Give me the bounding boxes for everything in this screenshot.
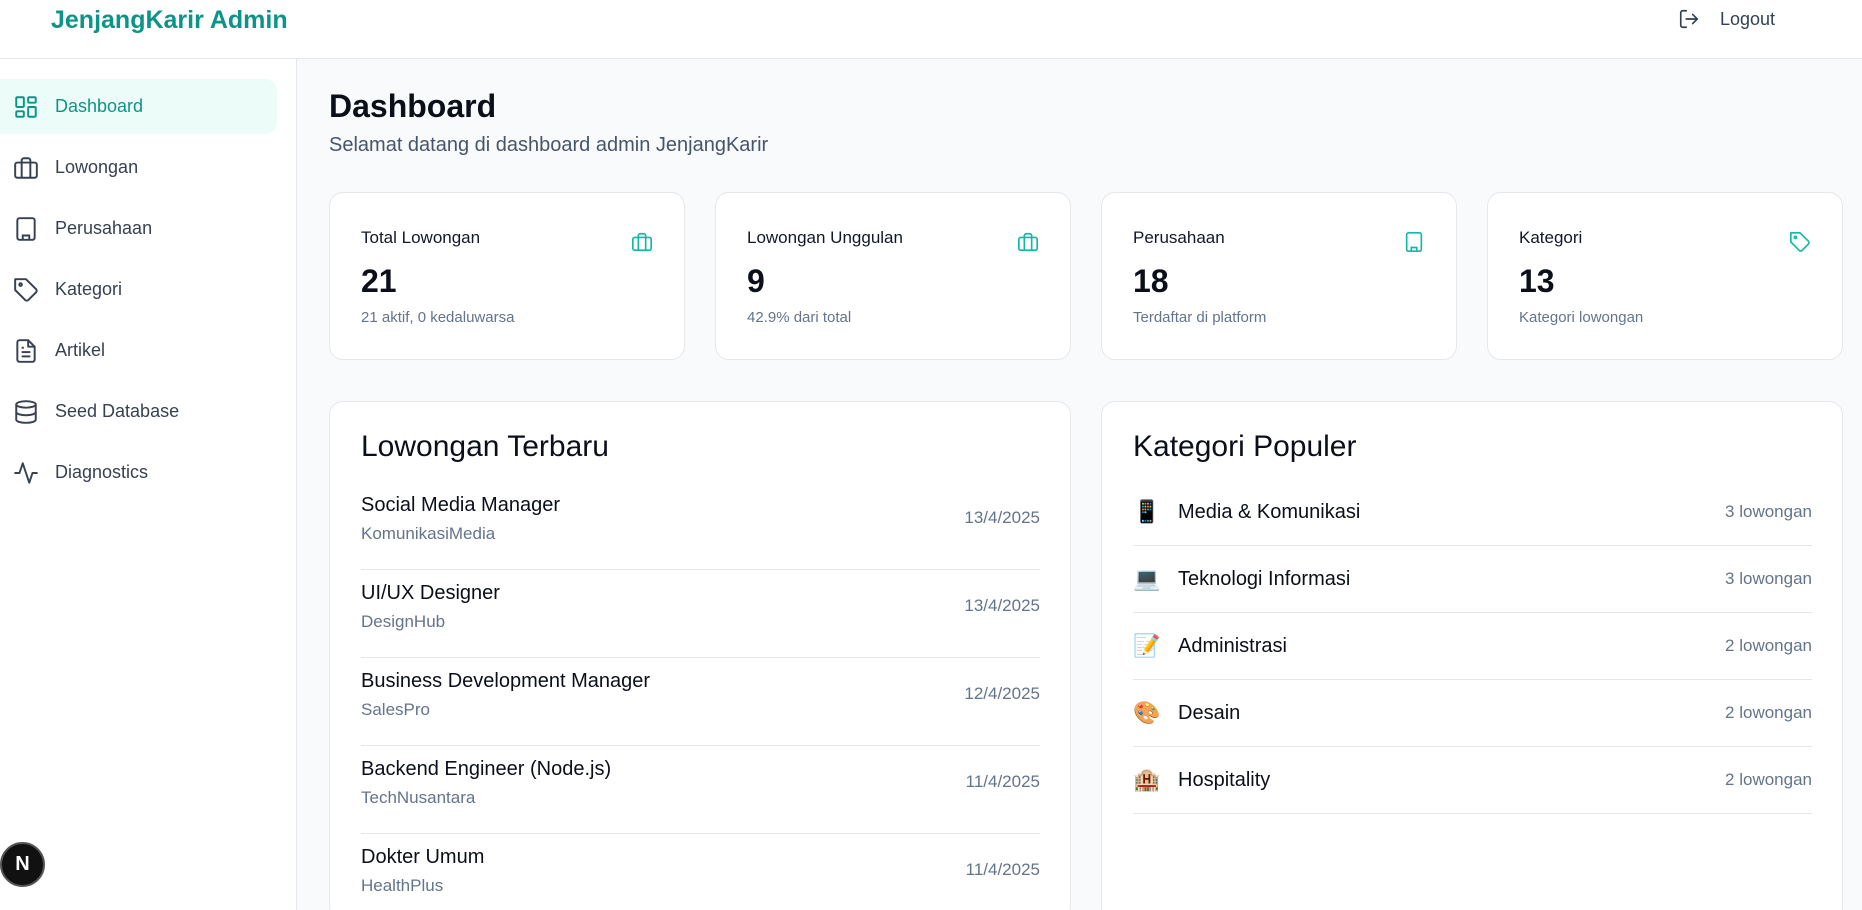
job-title: Backend Engineer (Node.js) [361,758,612,780]
stat-label: Total Lowongan [361,228,481,247]
job-company: KomunikasiMedia [361,524,496,543]
job-list-item[interactable]: UI/UX Designer DesignHub 13/4/2025 [361,570,1040,658]
category-name: Administrasi [1178,634,1287,657]
briefcase-icon [1018,232,1038,252]
category-name: Hospitality [1178,768,1271,791]
category-name: Media & Komunikasi [1178,500,1361,523]
job-list-item[interactable]: Backend Engineer (Node.js) TechNusantara… [361,746,1040,834]
laptop-icon: 💻 [1133,566,1161,591]
stat-value: 9 [747,263,765,299]
category-list-item[interactable]: 📝 Administrasi 2 lowongan [1133,613,1812,680]
job-date: 11/4/2025 [965,860,1040,879]
mobile-phone-icon: 📱 [1133,499,1161,524]
popular-categories-panel: Kategori Populer 📱 Media & Komunikasi 3 … [1101,401,1843,910]
page-title: Dashboard [329,88,497,124]
job-company: HealthPlus [361,876,444,895]
job-date: 13/4/2025 [964,508,1040,527]
stat-value: 13 [1519,263,1555,299]
file-text-icon [16,338,36,363]
briefcase-icon [632,232,652,252]
category-list-item[interactable]: 💻 Teknologi Informasi 3 lowongan [1133,546,1812,613]
category-count: 3 lowongan [1725,502,1812,521]
job-title: Dokter Umum [361,846,485,868]
stat-card-perusahaan: Perusahaan 18 Terdaftar di platform [1101,192,1457,360]
category-name: Teknologi Informasi [1178,567,1351,590]
job-date: 12/4/2025 [964,684,1040,703]
logout-icon [1679,9,1699,29]
memo-icon: 📝 [1133,633,1161,658]
job-date: 11/4/2025 [965,772,1040,791]
logout-button[interactable]: Logout [1678,8,1775,30]
job-company: SalesPro [361,700,430,719]
activity-icon [14,461,38,484]
sidebar-item-seed-database[interactable]: Seed Database [0,384,277,439]
latest-jobs-panel: Lowongan Terbaru Social Media Manager Ko… [329,401,1071,910]
stat-note: 42.9% dari total [747,309,852,326]
sidebar-item-label: Kategori [55,279,123,299]
panel-title: Kategori Populer [1133,430,1357,463]
stat-label: Kategori [1519,228,1583,247]
sidebar-item-label: Artikel [55,340,106,360]
sidebar-item-perusahaan[interactable]: Perusahaan [0,201,277,256]
category-list-item[interactable]: 🏨 Hospitality 2 lowongan [1133,747,1812,814]
stat-card-lowongan-unggulan: Lowongan Unggulan 9 42.9% dari total [715,192,1071,360]
stat-label: Lowongan Unggulan [747,228,903,247]
category-count: 2 lowongan [1725,636,1812,655]
briefcase-icon [14,156,38,179]
stat-note: Terdaftar di platform [1133,309,1267,326]
job-title: UI/UX Designer [361,582,500,604]
logout-label: Logout [1720,8,1776,29]
building-icon [16,216,36,241]
palette-icon: 🎨 [1133,700,1161,725]
sidebar-item-label: Dashboard [55,96,144,116]
tag-icon [14,277,38,302]
job-date: 13/4/2025 [964,596,1040,615]
job-title: Business Development Manager [361,670,651,692]
dashboard-icon [15,95,37,118]
stat-note: 21 aktif, 0 kedaluwarsa [361,309,515,326]
category-count: 3 lowongan [1725,569,1812,588]
brand-title[interactable]: JenjangKarir Admin [51,6,288,35]
tag-icon [1790,232,1810,252]
sidebar-item-diagnostics[interactable]: Diagnostics [0,445,277,500]
sidebar-item-label: Seed Database [55,401,180,421]
sidebar-item-lowongan[interactable]: Lowongan [0,140,277,195]
database-icon [15,399,37,424]
category-list-item[interactable]: 🎨 Desain 2 lowongan [1133,680,1812,747]
sidebar-item-label: Perusahaan [55,218,153,238]
sidebar-item-artikel[interactable]: Artikel [0,323,277,378]
stat-label: Perusahaan [1133,228,1225,247]
page-subtitle: Selamat datang di dashboard admin Jenjan… [329,134,769,156]
building-icon [1405,232,1423,252]
job-company: TechNusantara [361,788,476,807]
job-title: Social Media Manager [361,494,560,516]
top-bar: JenjangKarir Admin Logout [0,0,1862,59]
stat-note: Kategori lowongan [1519,309,1644,326]
category-list-item[interactable]: 📱 Media & Komunikasi 3 lowongan [1133,479,1812,546]
sidebar: Dashboard Lowongan Perusahaan Kategori A… [0,59,297,910]
category-count: 2 lowongan [1725,703,1812,722]
sidebar-item-kategori[interactable]: Kategori [0,262,277,317]
job-list-item[interactable]: Social Media Manager KomunikasiMedia 13/… [361,482,1040,570]
stat-value: 21 [361,263,397,299]
sidebar-item-dashboard[interactable]: Dashboard [0,79,277,134]
stat-card-kategori: Kategori 13 Kategori lowongan [1487,192,1843,360]
stat-value: 18 [1133,263,1169,299]
stat-card-total-lowongan: Total Lowongan 21 21 aktif, 0 kedaluwars… [329,192,685,360]
dev-tools-badge[interactable]: N [0,842,45,887]
panel-title: Lowongan Terbaru [361,430,609,463]
sidebar-item-label: Diagnostics [55,462,149,482]
hotel-icon: 🏨 [1133,767,1161,792]
category-name: Desain [1178,701,1241,724]
sidebar-item-label: Lowongan [55,157,139,177]
job-company: DesignHub [361,612,446,631]
category-count: 2 lowongan [1725,770,1812,789]
job-list-item[interactable]: Dokter Umum HealthPlus 11/4/2025 [361,834,1040,910]
job-list-item[interactable]: Business Development Manager SalesPro 12… [361,658,1040,746]
